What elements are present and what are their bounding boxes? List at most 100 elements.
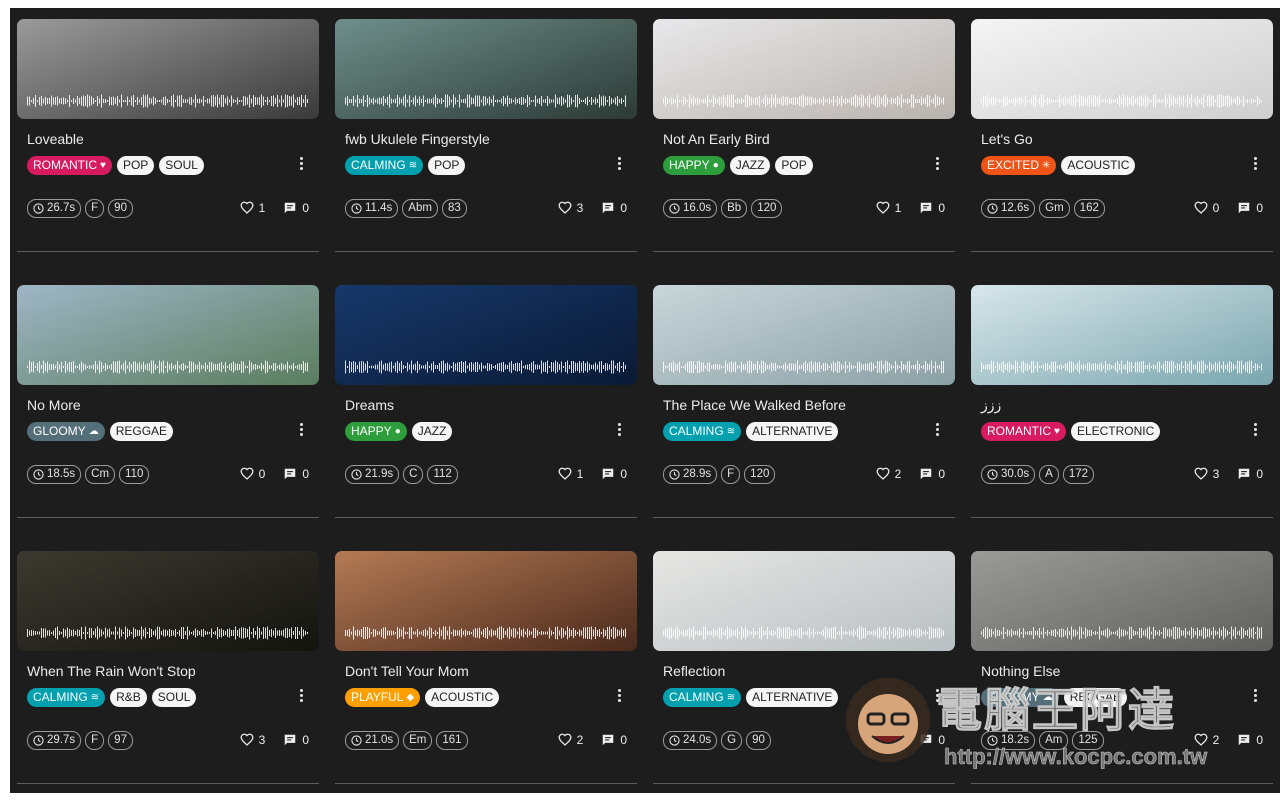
waveform[interactable] — [981, 93, 1263, 109]
heart-icon[interactable] — [876, 201, 890, 215]
track-title[interactable]: Don't Tell Your Mom — [345, 663, 469, 679]
track-title[interactable]: The Place We Walked Before — [663, 397, 846, 413]
track-title[interactable]: ززز — [981, 397, 1001, 414]
thumb-woman-finger[interactable] — [335, 551, 637, 651]
track-title[interactable]: Nothing Else — [981, 663, 1060, 679]
track-card[interactable]: fwb Ukulele Fingerstyle CALMING ≋ POP 11… — [335, 19, 637, 285]
genre-tag[interactable]: POP — [116, 156, 155, 175]
genre-tag[interactable]: ACOUSTIC — [1061, 156, 1136, 175]
heart-icon[interactable] — [876, 467, 890, 481]
comment-icon[interactable] — [1237, 733, 1251, 747]
waveform[interactable] — [27, 625, 309, 641]
more-options-button[interactable] — [294, 155, 308, 171]
more-options-button[interactable] — [930, 687, 944, 703]
genre-tag[interactable]: REGGAE — [109, 422, 174, 441]
comment-icon[interactable] — [283, 733, 297, 747]
track-card[interactable]: The Place We Walked Before CALMING ≋ ALT… — [653, 285, 955, 551]
mood-tag[interactable]: CALMING ≋ — [345, 156, 424, 175]
thumb-person-sea[interactable] — [17, 285, 319, 385]
thumb-lego-car[interactable] — [971, 19, 1273, 119]
mood-tag[interactable]: EXCITED ✳ — [981, 156, 1057, 175]
thumb-dreams-starfield[interactable] — [335, 285, 637, 385]
thumb-reflection-beach[interactable] — [653, 551, 955, 651]
heart-icon[interactable] — [240, 201, 254, 215]
waveform[interactable] — [345, 625, 627, 641]
thumb-concrete-room[interactable] — [971, 551, 1273, 651]
mood-tag[interactable]: CALMING ≋ — [663, 422, 742, 441]
thumb-beach-swing[interactable] — [971, 285, 1273, 385]
comment-icon[interactable] — [283, 201, 297, 215]
more-options-button[interactable] — [612, 421, 626, 437]
track-card[interactable]: Dreams HAPPY ● JAZZ 21.9s C 112 1 0 — [335, 285, 637, 551]
comment-icon[interactable] — [601, 201, 615, 215]
thumb-rain-city[interactable] — [17, 551, 319, 651]
more-options-button[interactable] — [930, 421, 944, 437]
waveform[interactable] — [27, 93, 309, 109]
comment-icon[interactable] — [919, 467, 933, 481]
track-title[interactable]: Not An Early Bird — [663, 131, 770, 147]
comment-icon[interactable] — [283, 467, 297, 481]
heart-icon[interactable] — [1194, 201, 1208, 215]
heart-icon[interactable] — [558, 733, 572, 747]
genre-tag[interactable]: ALTERNATIVE — [746, 688, 839, 707]
waveform[interactable] — [981, 359, 1263, 375]
waveform[interactable] — [345, 93, 627, 109]
heart-icon[interactable] — [240, 733, 254, 747]
more-options-button[interactable] — [1248, 421, 1262, 437]
genre-tag[interactable]: ALTERNATIVE — [746, 422, 839, 441]
mood-tag[interactable]: ROMANTIC ♥ — [981, 422, 1066, 441]
genre-tag[interactable]: REGGAE — [1063, 688, 1128, 707]
waveform[interactable] — [27, 359, 309, 375]
genre-tag[interactable]: JAZZ — [729, 156, 771, 175]
track-card[interactable]: Reflection CALMING ≋ ALTERNATIVE 24.0s G… — [653, 551, 955, 793]
more-options-button[interactable] — [612, 155, 626, 171]
track-title[interactable]: When The Rain Won't Stop — [27, 663, 196, 679]
genre-tag[interactable]: SOUL — [159, 156, 204, 175]
genre-tag[interactable]: JAZZ — [411, 422, 453, 441]
comment-icon[interactable] — [919, 733, 933, 747]
thumb-couple-bw[interactable] — [17, 19, 319, 119]
track-title[interactable]: No More — [27, 397, 81, 413]
thumb-cat-blanket[interactable] — [653, 19, 955, 119]
more-options-button[interactable] — [1248, 687, 1262, 703]
track-card[interactable]: Nothing Else GLOOMY ☁ REGGAE 18.2s Am 12… — [971, 551, 1273, 793]
comment-icon[interactable] — [601, 733, 615, 747]
track-title[interactable]: fwb Ukulele Fingerstyle — [345, 131, 490, 147]
heart-icon[interactable] — [1194, 467, 1208, 481]
mood-tag[interactable]: HAPPY ● — [345, 422, 407, 441]
waveform[interactable] — [345, 359, 627, 375]
comment-icon[interactable] — [919, 201, 933, 215]
waveform[interactable] — [663, 359, 945, 375]
mood-tag[interactable]: PLAYFUL ◆ — [345, 688, 421, 707]
track-title[interactable]: Loveable — [27, 131, 84, 147]
track-card[interactable]: Loveable ROMANTIC ♥ POP SOUL 26.7s F 90 1… — [17, 19, 319, 285]
genre-tag[interactable]: ELECTRONIC — [1070, 422, 1161, 441]
genre-tag[interactable]: ACOUSTIC — [425, 688, 500, 707]
comment-icon[interactable] — [1237, 467, 1251, 481]
mood-tag[interactable]: ROMANTIC ♥ — [27, 156, 112, 175]
thumb-ukulele-lake[interactable] — [335, 19, 637, 119]
more-options-button[interactable] — [294, 421, 308, 437]
more-options-button[interactable] — [930, 155, 944, 171]
mood-tag[interactable]: HAPPY ● — [663, 156, 725, 175]
heart-icon[interactable] — [558, 201, 572, 215]
track-title[interactable]: Let's Go — [981, 131, 1033, 147]
heart-icon[interactable] — [558, 467, 572, 481]
mood-tag[interactable]: GLOOMY ☁ — [27, 422, 105, 441]
mood-tag[interactable]: CALMING ≋ — [663, 688, 742, 707]
track-card[interactable]: Don't Tell Your Mom PLAYFUL ◆ ACOUSTIC 2… — [335, 551, 637, 793]
comment-icon[interactable] — [1237, 201, 1251, 215]
genre-tag[interactable]: R&B — [110, 688, 147, 707]
track-card[interactable]: Let's Go EXCITED ✳ ACOUSTIC 12.6s Gm 162… — [971, 19, 1273, 285]
heart-icon[interactable] — [240, 467, 254, 481]
genre-tag[interactable]: SOUL — [151, 688, 197, 707]
track-title[interactable]: Reflection — [663, 663, 725, 679]
track-title[interactable]: Dreams — [345, 397, 394, 413]
more-options-button[interactable] — [1248, 155, 1262, 171]
waveform[interactable] — [981, 625, 1263, 641]
waveform[interactable] — [663, 93, 945, 109]
track-card[interactable]: ززز ROMANTIC ♥ ELECTRONIC 30.0s A 172 3 … — [971, 285, 1273, 551]
comment-icon[interactable] — [601, 467, 615, 481]
heart-icon[interactable] — [1194, 733, 1208, 747]
track-card[interactable]: No More GLOOMY ☁ REGGAE 18.5s Cm 110 0 0 — [17, 285, 319, 551]
